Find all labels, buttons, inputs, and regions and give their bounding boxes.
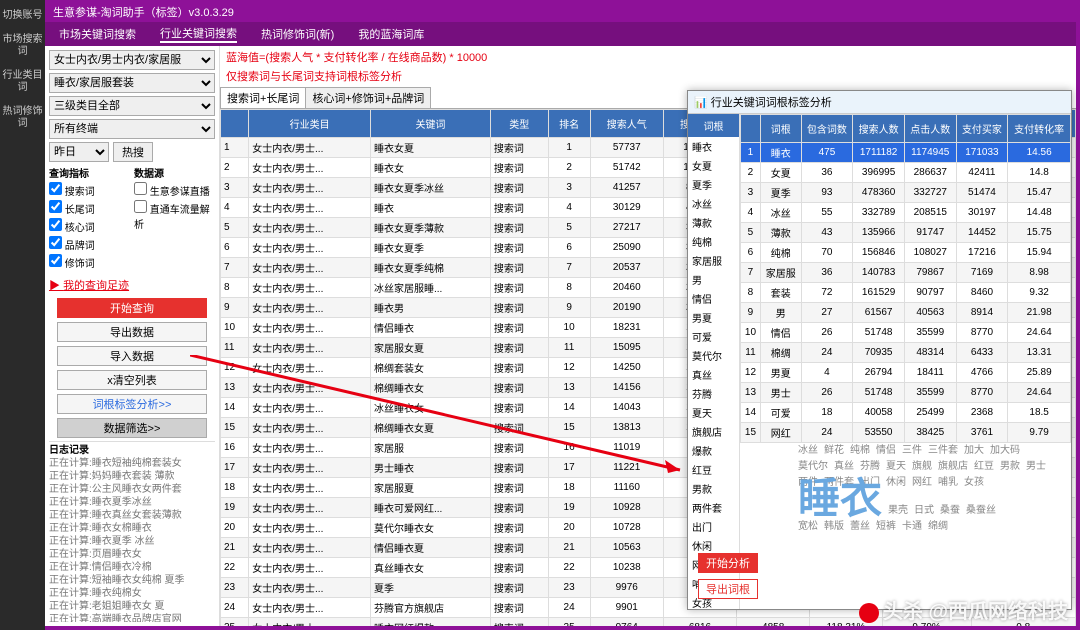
watermark: 头杀 @西瓜网络科技 bbox=[859, 595, 1068, 624]
root-item[interactable]: 芬腾 bbox=[688, 384, 739, 403]
app-leftbar: 切换账号 市场搜索词 行业类目词 热词修饰词 bbox=[0, 0, 45, 630]
table-row[interactable]: 14可爱184005825499236818.5 bbox=[741, 403, 1071, 423]
root-item[interactable]: 女夏 bbox=[688, 156, 739, 175]
cat3-select[interactable]: 三级类目全部 bbox=[49, 96, 215, 116]
root-item[interactable]: 出门 bbox=[688, 517, 739, 536]
root-item[interactable]: 情侣 bbox=[688, 289, 739, 308]
table-row[interactable]: 2女夏363969952866374241114.8 bbox=[741, 163, 1071, 183]
table-row[interactable]: 3夏季934783603327275147415.47 bbox=[741, 183, 1071, 203]
word-cloud: 冰丝鲜花纯棉情侣三件三件套加大加大码 莫代尔真丝芬腾夏天旗舰旗舰店红豆男款男士 … bbox=[795, 443, 1065, 603]
table-row[interactable]: 4冰丝553327892085153019714.48 bbox=[741, 203, 1071, 223]
root-item[interactable]: 红豆 bbox=[688, 460, 739, 479]
export-button[interactable]: 导出数据 bbox=[57, 322, 207, 342]
table-row[interactable]: 5薄款43135966917471445215.75 bbox=[741, 223, 1071, 243]
root-list[interactable]: 词根 睡衣女夏夏季冰丝薄款纯棉家居服男情侣男夏可爱莫代尔真丝芬腾夏天旗舰店爆款红… bbox=[688, 114, 740, 609]
table-row[interactable]: 13男士265174835599877024.64 bbox=[741, 383, 1071, 403]
tab-my[interactable]: 我的蓝海词库 bbox=[358, 26, 424, 42]
start-button[interactable]: 开始查询 bbox=[57, 298, 207, 318]
root-item[interactable]: 夏季 bbox=[688, 175, 739, 194]
leftbar-item[interactable]: 切换账号 bbox=[0, 4, 45, 28]
leftbar-item[interactable]: 行业类目词 bbox=[0, 64, 45, 100]
leftbar-item[interactable]: 市场搜索词 bbox=[0, 28, 45, 64]
day-select[interactable]: 昨日 bbox=[49, 142, 109, 162]
chk-mod[interactable]: 修饰词 bbox=[49, 254, 130, 272]
hot-button[interactable]: 热搜 bbox=[113, 142, 153, 162]
top-tabs: 市场关键词搜索 行业关键词搜索 热词修饰词(新) 我的蓝海词库 bbox=[45, 22, 1076, 46]
filter-button[interactable]: 数据筛选>> bbox=[57, 418, 207, 438]
filter-column: 女士内衣/男士内衣/家居服 睡衣/家居服套装 三级类目全部 所有终端 昨日 热搜… bbox=[45, 46, 220, 626]
subtab-1[interactable]: 搜索词+长尾词 bbox=[220, 87, 306, 108]
root-item[interactable]: 纯棉 bbox=[688, 232, 739, 251]
root-item[interactable]: 男夏 bbox=[688, 308, 739, 327]
tab-market[interactable]: 市场关键词搜索 bbox=[59, 26, 136, 42]
root-item[interactable]: 薄款 bbox=[688, 213, 739, 232]
table-row[interactable]: 11棉绸247093548314643313.31 bbox=[741, 343, 1071, 363]
footprint-link[interactable]: ▶ 我的查询足迹 bbox=[49, 275, 215, 295]
chk-zt[interactable]: 直通车流量解析 bbox=[134, 200, 215, 233]
chk-search[interactable]: 搜索词 bbox=[49, 182, 130, 200]
chk-core[interactable]: 核心词 bbox=[49, 218, 130, 236]
root-item[interactable]: 家居服 bbox=[688, 251, 739, 270]
warn2: 仅搜索词与长尾词支持词根标签分析 bbox=[220, 68, 1076, 87]
titlebar: 生意参谋-淘词助手（标签）v3.0.3.29 bbox=[45, 0, 1080, 22]
root-analysis-panel: 📊 行业关键词词根标签分析 词根 睡衣女夏夏季冰丝薄款纯棉家居服男情侣男夏可爱莫… bbox=[687, 90, 1072, 610]
root-item[interactable]: 莫代尔 bbox=[688, 346, 739, 365]
check-hd1: 查询指标 bbox=[49, 165, 130, 180]
table-row[interactable]: 6纯棉701568461080271721615.94 bbox=[741, 243, 1071, 263]
import-button[interactable]: 导入数据 bbox=[57, 346, 207, 366]
check-hd2: 数据源 bbox=[134, 165, 215, 180]
table-row[interactable]: 12男夏42679418411476625.89 bbox=[741, 363, 1071, 383]
chk-long[interactable]: 长尾词 bbox=[49, 200, 130, 218]
analyze-button[interactable]: 词根标签分析>> bbox=[57, 394, 207, 414]
rp-start-button[interactable]: 开始分析 bbox=[698, 553, 758, 573]
tab-hot[interactable]: 热词修饰词(新) bbox=[261, 26, 334, 42]
warn1: 蓝海值=(搜索人气 * 支付转化率 / 在线商品数) * 10000 bbox=[220, 46, 1076, 68]
root-item[interactable]: 两件套 bbox=[688, 498, 739, 517]
table-row[interactable]: 10情侣265174835599877024.64 bbox=[741, 323, 1071, 343]
root-item[interactable]: 夏天 bbox=[688, 403, 739, 422]
root-item[interactable]: 睡衣 bbox=[688, 137, 739, 156]
root-list-hd: 词根 bbox=[688, 114, 739, 137]
root-item[interactable]: 真丝 bbox=[688, 365, 739, 384]
root-item[interactable]: 男 bbox=[688, 270, 739, 289]
root-item[interactable]: 冰丝 bbox=[688, 194, 739, 213]
table-row[interactable]: 8套装721615299079784609.32 bbox=[741, 283, 1071, 303]
root-item[interactable]: 爆款 bbox=[688, 441, 739, 460]
table-row[interactable]: 1睡衣4751711182117494517103314.56 bbox=[741, 143, 1071, 163]
root-item[interactable]: 男款 bbox=[688, 479, 739, 498]
leftbar-item[interactable]: 热词修饰词 bbox=[0, 100, 45, 136]
chk-brand[interactable]: 品牌词 bbox=[49, 236, 130, 254]
root-table: 词根包含词数搜索人数点击人数支付买家支付转化率1睡衣47517111821174… bbox=[740, 114, 1071, 443]
cat1-select[interactable]: 女士内衣/男士内衣/家居服 bbox=[49, 50, 215, 70]
tab-industry[interactable]: 行业关键词搜索 bbox=[160, 25, 237, 43]
chk-sy[interactable]: 生意参谋直播 bbox=[134, 182, 215, 200]
clear-button[interactable]: x清空列表 bbox=[57, 370, 207, 390]
cat4-select[interactable]: 所有终端 bbox=[49, 119, 215, 139]
subtab-2[interactable]: 核心词+修饰词+品牌词 bbox=[305, 87, 431, 108]
rp-export-button[interactable]: 导出词根 bbox=[698, 579, 758, 599]
table-row[interactable]: 15网红24535503842537619.79 bbox=[741, 423, 1071, 443]
root-item[interactable]: 可爱 bbox=[688, 327, 739, 346]
table-row[interactable]: 7家居服361407837986771698.98 bbox=[741, 263, 1071, 283]
rp-title: 📊 行业关键词词根标签分析 bbox=[688, 91, 1071, 114]
cat2-select[interactable]: 睡衣/家居服套装 bbox=[49, 73, 215, 93]
root-item[interactable]: 旗舰店 bbox=[688, 422, 739, 441]
log-panel: 日志记录 正在计算:睡衣短袖纯棉套装女正在计算:妈妈睡衣套装 薄款正在计算:公主… bbox=[49, 441, 215, 622]
table-row[interactable]: 9男276156740563891421.98 bbox=[741, 303, 1071, 323]
